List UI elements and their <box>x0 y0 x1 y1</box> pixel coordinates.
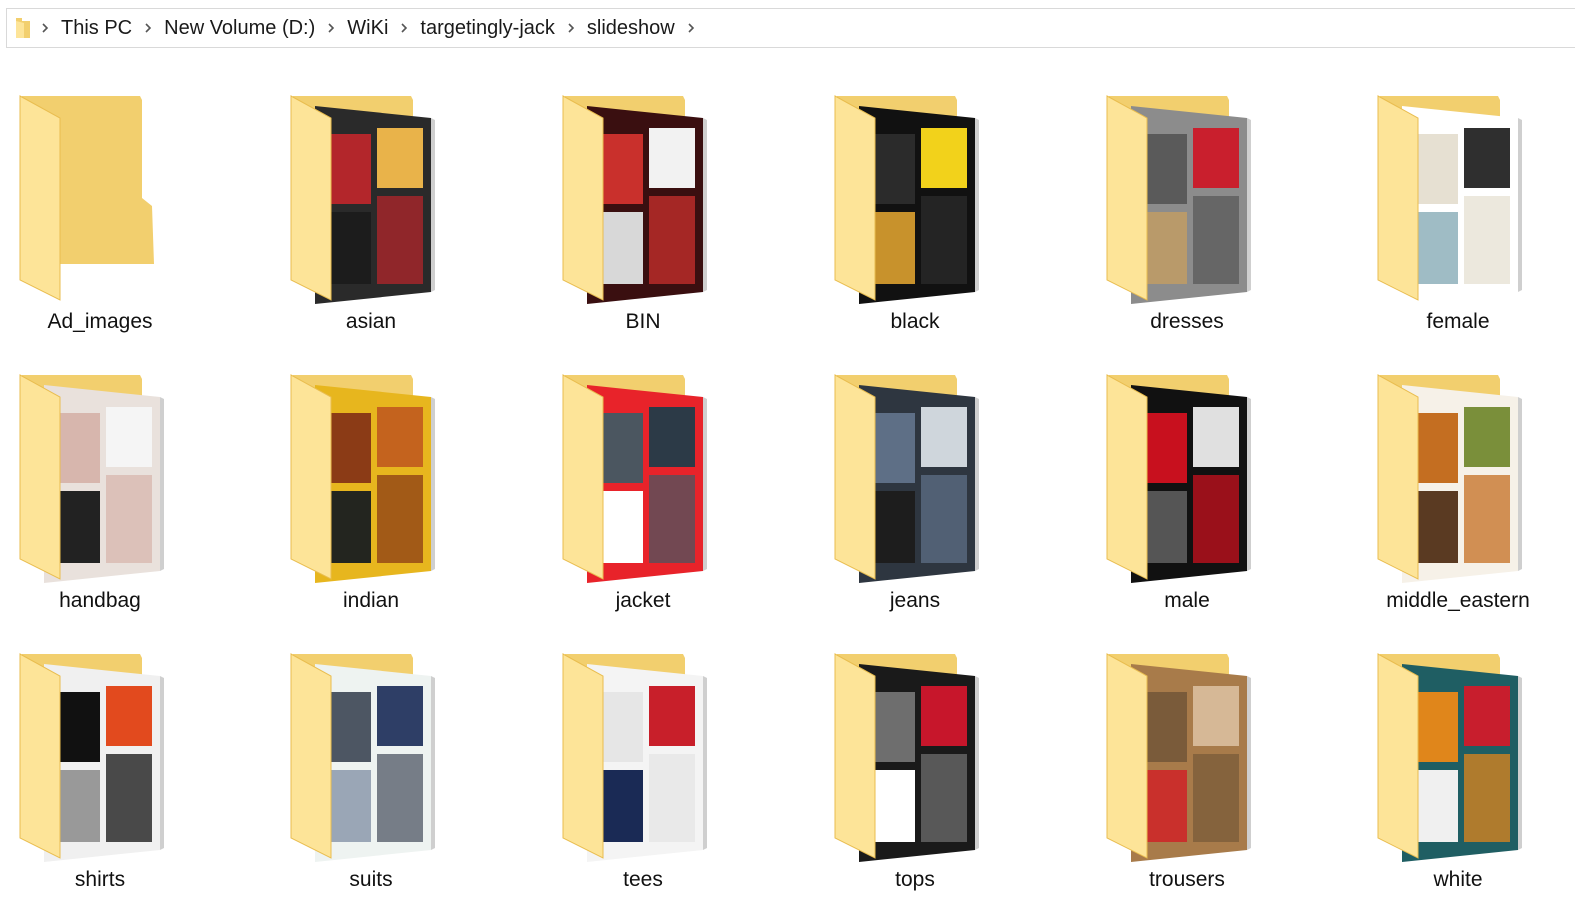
folder-label: black <box>890 310 940 333</box>
folder-label: dresses <box>1150 310 1224 333</box>
folder-label: trousers <box>1149 868 1225 891</box>
folder-icon <box>557 652 727 862</box>
breadcrumb-item[interactable]: WiKi <box>341 8 394 48</box>
folder-icon <box>1101 652 1271 862</box>
folder-item[interactable]: white <box>1358 638 1558 908</box>
folder-icon <box>1372 652 1542 862</box>
folder-icon <box>1372 94 1542 304</box>
folder-item[interactable]: asian <box>271 80 471 350</box>
folder-icon <box>1101 94 1271 304</box>
chevron-right-icon[interactable] <box>681 8 701 48</box>
folder-item[interactable]: suits <box>271 638 471 908</box>
breadcrumb: This PC New Volume (D:) WiKi targetingly-ja… <box>35 8 701 48</box>
folder-item[interactable]: jeans <box>815 359 1015 629</box>
folder-icon <box>1101 373 1271 583</box>
folder-label: middle_eastern <box>1386 589 1530 612</box>
folder-icon <box>285 652 455 862</box>
chevron-right-icon[interactable] <box>321 8 341 48</box>
folder-item[interactable]: indian <box>271 359 471 629</box>
folder-icon <box>14 94 184 304</box>
folder-item[interactable]: shirts <box>0 638 200 908</box>
folder-item[interactable]: BIN <box>543 80 743 350</box>
folder-label: jacket <box>615 589 671 612</box>
folder-item[interactable]: male <box>1087 359 1287 629</box>
folder-icon <box>557 94 727 304</box>
folder-item[interactable]: middle_eastern <box>1358 359 1558 629</box>
folder-label: asian <box>345 310 397 333</box>
chevron-right-icon[interactable] <box>35 8 55 48</box>
folder-item[interactable]: black <box>815 80 1015 350</box>
folder-item[interactable]: handbag <box>0 359 200 629</box>
folder-label: handbag <box>59 589 141 612</box>
chevron-right-icon[interactable] <box>138 8 158 48</box>
folder-label: indian <box>342 589 400 612</box>
folder-item[interactable]: female <box>1358 80 1558 350</box>
chevron-right-icon[interactable] <box>394 8 414 48</box>
folder-item[interactable]: tees <box>543 638 743 908</box>
folder-icon <box>829 94 999 304</box>
folder-item[interactable]: Ad_images <box>0 80 200 350</box>
breadcrumb-item[interactable]: slideshow <box>581 8 681 48</box>
folder-icon <box>14 373 184 583</box>
folder-icon <box>285 94 455 304</box>
folder-item[interactable]: jacket <box>543 359 743 629</box>
breadcrumb-item[interactable]: New Volume (D:) <box>158 8 321 48</box>
folder-icon <box>1372 373 1542 583</box>
folder-label: BIN <box>625 310 661 333</box>
breadcrumb-item[interactable]: targetingly-jack <box>414 8 561 48</box>
chevron-right-icon[interactable] <box>561 8 581 48</box>
folder-icon <box>14 652 184 862</box>
folder-item[interactable]: tops <box>815 638 1015 908</box>
folder-label: jeans <box>889 589 941 612</box>
folder-label: female <box>1426 310 1490 333</box>
folder-label: white <box>1433 868 1483 891</box>
folder-icon <box>557 373 727 583</box>
folder-label: tees <box>623 868 663 891</box>
folder-label: Ad_images <box>47 310 153 333</box>
folder-label: suits <box>349 868 393 891</box>
folder-label: tops <box>895 868 935 891</box>
folder-label: shirts <box>74 868 126 891</box>
address-bar[interactable]: This PC New Volume (D:) WiKi targetingly-ja… <box>6 8 1575 48</box>
folder-item[interactable]: dresses <box>1087 80 1287 350</box>
breadcrumb-item[interactable]: This PC <box>55 8 138 48</box>
folder-icon <box>829 652 999 862</box>
folder-icon <box>829 373 999 583</box>
folder-icon <box>285 373 455 583</box>
folder-label: male <box>1164 589 1210 612</box>
folder-icon <box>15 17 31 39</box>
folder-item[interactable]: trousers <box>1087 638 1287 908</box>
